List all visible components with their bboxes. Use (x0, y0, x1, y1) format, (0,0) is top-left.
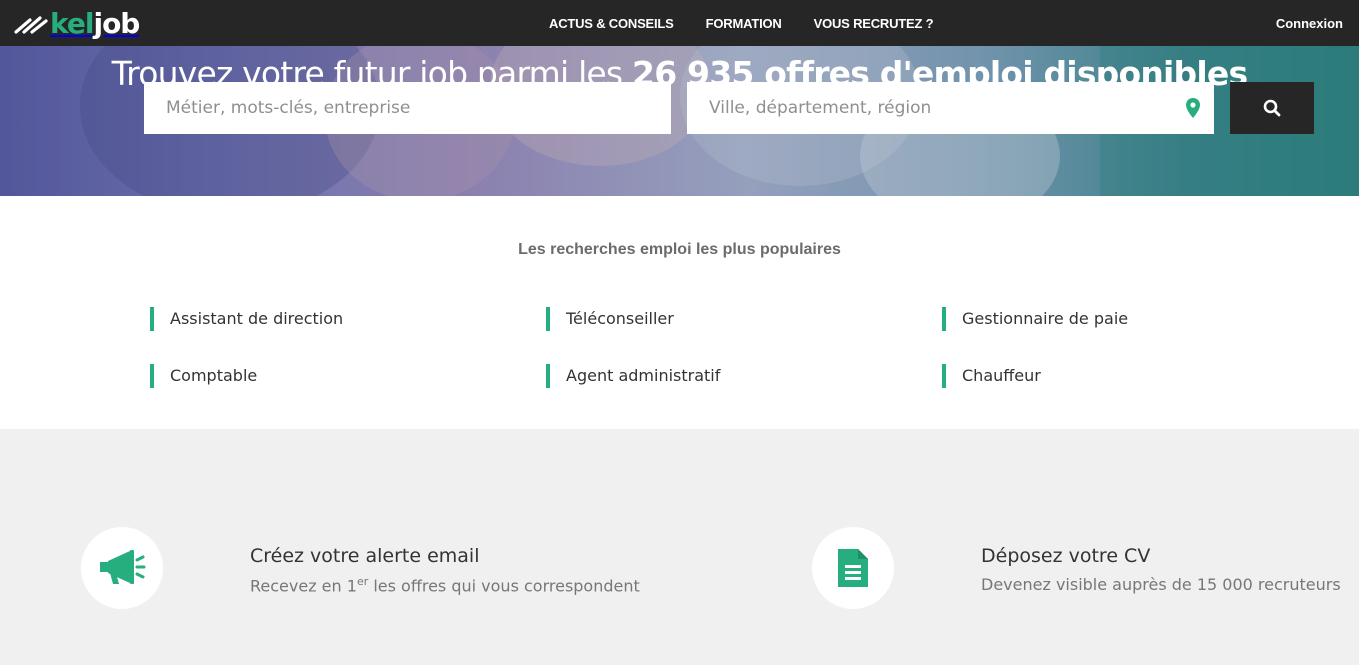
email-alert-subtitle-post: les offres qui vous correspondent (368, 576, 640, 596)
location-search-input[interactable] (687, 82, 1214, 134)
nav-vous-recrutez[interactable]: VOUS RECRUTEZ ? (814, 16, 934, 31)
email-alert-icon-circle[interactable] (81, 527, 163, 609)
keljob-logo[interactable]: kel job (14, 6, 140, 40)
popular-link-comptable[interactable]: Comptable (150, 364, 257, 388)
logo-kel-text: kel (50, 6, 94, 40)
search-button[interactable] (1230, 82, 1314, 134)
job-search-input[interactable] (144, 82, 671, 134)
logo-swoosh-icon (14, 16, 48, 34)
cv-upload-title[interactable]: Déposez votre CV (981, 545, 1150, 567)
popular-link-chauffeur[interactable]: Chauffeur (942, 364, 1041, 388)
popular-link-gestionnaire-paie[interactable]: Gestionnaire de paie (942, 307, 1128, 331)
megaphone-icon (100, 550, 146, 584)
main-nav: ACTUS & CONSEILS FORMATION VOUS RECRUTEZ… (533, 0, 949, 46)
email-alert-subtitle-sup: er (356, 575, 369, 588)
popular-link-teleconseiller[interactable]: Téléconseiller (546, 307, 674, 331)
email-alert-title[interactable]: Créez votre alerte email (250, 545, 480, 567)
top-navigation-bar: kel job ACTUS & CONSEILS FORMATION VOUS R… (0, 0, 1359, 46)
document-icon (838, 549, 868, 587)
popular-searches-section: Les recherches emploi les plus populaire… (0, 196, 1359, 429)
popular-link-assistant-direction[interactable]: Assistant de direction (150, 307, 343, 331)
cv-upload-subtitle: Devenez visible auprès de 15 000 recrute… (981, 575, 1341, 594)
logo-job-text: job (93, 6, 140, 40)
nav-actus-conseils[interactable]: ACTUS & CONSEILS (549, 16, 674, 31)
nav-formation[interactable]: FORMATION (706, 16, 782, 31)
login-link[interactable]: Connexion (1276, 0, 1343, 46)
popular-searches-title: Les recherches emploi les plus populaire… (518, 241, 841, 258)
search-icon (1263, 99, 1281, 117)
popular-link-agent-administratif[interactable]: Agent administratif (546, 364, 720, 388)
email-alert-subtitle-pre: Recevez en 1 (250, 576, 357, 596)
email-alert-subtitle: Recevez en 1er les offres qui vous corre… (250, 575, 640, 595)
location-pin-icon (1186, 98, 1200, 118)
cv-upload-icon-circle[interactable] (812, 527, 894, 609)
features-section: Créez votre alerte email Recevez en 1er … (0, 429, 1359, 665)
